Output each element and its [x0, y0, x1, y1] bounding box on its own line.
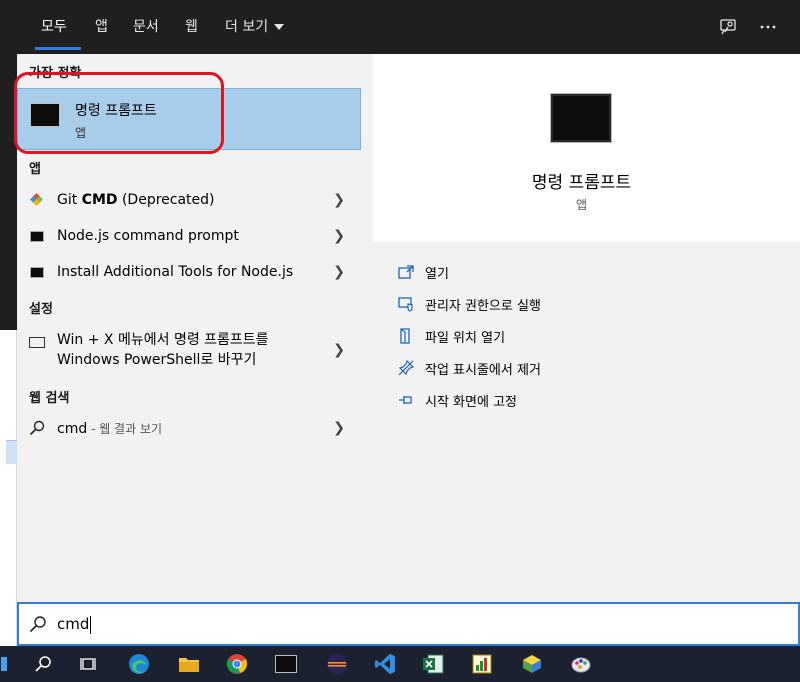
chevron-right-icon[interactable]: ❯	[333, 192, 345, 208]
action-label: 파일 위치 열기	[425, 330, 506, 346]
taskbar	[0, 646, 800, 682]
tab-web[interactable]: 웹	[185, 0, 198, 54]
desktop-window-edge	[0, 0, 17, 330]
highlight-annotation	[14, 72, 224, 154]
chart-app-icon[interactable]	[467, 650, 497, 678]
file-explorer-icon[interactable]	[174, 650, 204, 678]
chevron-right-icon[interactable]: ❯	[333, 342, 345, 358]
settings-item-line1: Win + X 메뉴에서 명령 프롬프트를	[57, 332, 269, 348]
tab-all[interactable]: 모두	[41, 0, 67, 54]
action-label: 열기	[425, 266, 449, 282]
edge-browser-icon[interactable]	[124, 650, 154, 678]
taskbar-search-icon[interactable]	[28, 650, 58, 678]
web-query-suffix: - 웹 결과 보기	[87, 421, 163, 436]
action-unpin-taskbar[interactable]: 작업 표시줄에서 제거	[397, 357, 541, 379]
apps-heading: 앱	[29, 162, 41, 177]
more-options-icon[interactable]	[755, 14, 781, 40]
app-item-nodejs-prompt[interactable]: Node.js command prompt ❯	[17, 219, 361, 253]
paint-app-icon[interactable]	[566, 650, 596, 678]
command-prompt-icon	[550, 93, 612, 143]
eclipse-icon[interactable]	[322, 650, 352, 678]
unpin-icon	[397, 359, 415, 377]
text-cursor	[90, 615, 92, 634]
search-value: cmd	[57, 615, 90, 633]
git-cmd-match: CMD	[81, 192, 118, 208]
command-prompt-taskbar-icon[interactable]	[271, 650, 301, 678]
feedback-icon[interactable]	[715, 14, 741, 40]
chevron-down-icon	[274, 24, 285, 30]
terminal-icon	[29, 264, 45, 280]
action-run-as-admin[interactable]: 관리자 권한으로 실행	[397, 293, 541, 315]
task-view-icon[interactable]	[74, 650, 104, 678]
terminal-icon	[29, 228, 45, 244]
detail-title: 명령 프롬프트	[531, 173, 632, 193]
pin-icon	[397, 391, 415, 409]
app-item-git-cmd[interactable]: Git CMD (Deprecated) ❯	[17, 183, 361, 217]
shield-icon	[397, 295, 415, 313]
settings-heading: 설정	[29, 302, 53, 317]
open-icon	[397, 263, 415, 281]
settings-item-line2: Windows PowerShell로 바꾸기	[57, 352, 257, 368]
results-panel: 가장 정확 명령 프롬프트 앱 앱 Git CMD (Deprecated) ❯…	[14, 54, 373, 602]
chevron-right-icon[interactable]: ❯	[333, 264, 345, 280]
detail-header: 명령 프롬프트 앱	[373, 66, 800, 242]
app-item-label: Node.js command prompt	[57, 228, 239, 244]
start-button-edge[interactable]	[0, 650, 8, 678]
file-location-icon	[397, 327, 415, 345]
package-app-icon[interactable]	[517, 650, 547, 678]
search-scope-bar: 모두 앱 문서 웹 더 보기	[17, 0, 800, 54]
desktop-selection-edge	[6, 440, 17, 464]
tab-more[interactable]: 더 보기	[225, 0, 285, 54]
tab-documents[interactable]: 문서	[133, 0, 159, 54]
chevron-right-icon[interactable]: ❯	[333, 228, 345, 244]
action-label: 작업 표시줄에서 제거	[425, 362, 541, 378]
action-open-file-location[interactable]: 파일 위치 열기	[397, 325, 505, 347]
action-open[interactable]: 열기	[397, 261, 449, 283]
action-pin-start[interactable]: 시작 화면에 고정	[397, 389, 517, 411]
git-cmd-prefix: Git	[57, 192, 82, 208]
git-cmd-suffix: (Deprecated)	[117, 192, 215, 208]
detail-panel: 명령 프롬프트 앱 열기 관리자 권한으로 실행 파일 위치 열기 작업 표시줄…	[373, 66, 800, 602]
search-icon	[29, 615, 47, 633]
chevron-right-icon[interactable]: ❯	[333, 420, 345, 436]
search-box[interactable]: cmd	[17, 602, 800, 646]
search-icon	[29, 420, 45, 436]
search-input[interactable]: cmd	[57, 615, 92, 634]
web-search-heading: 웹 검색	[29, 391, 70, 406]
app-item-label: Install Additional Tools for Node.js	[57, 264, 294, 280]
app-item-node-tools[interactable]: Install Additional Tools for Node.js ❯	[17, 255, 361, 289]
web-query: cmd	[57, 420, 88, 437]
git-icon	[29, 192, 45, 208]
detail-subtitle: 앱	[575, 198, 588, 212]
tab-more-label: 더 보기	[225, 19, 269, 35]
action-label: 관리자 권한으로 실행	[425, 298, 541, 314]
monitor-icon	[29, 334, 45, 350]
chrome-icon[interactable]	[222, 650, 252, 678]
excel-icon[interactable]	[418, 650, 448, 678]
action-label: 시작 화면에 고정	[425, 394, 517, 410]
tab-apps[interactable]: 앱	[95, 0, 108, 54]
active-tab-indicator	[35, 47, 81, 50]
settings-item[interactable]: Win + X 메뉴에서 명령 프롬프트를 Windows PowerShell…	[17, 326, 361, 374]
web-search-item[interactable]: cmd - 웹 결과 보기 ❯	[17, 411, 361, 445]
vscode-icon[interactable]	[370, 650, 400, 678]
